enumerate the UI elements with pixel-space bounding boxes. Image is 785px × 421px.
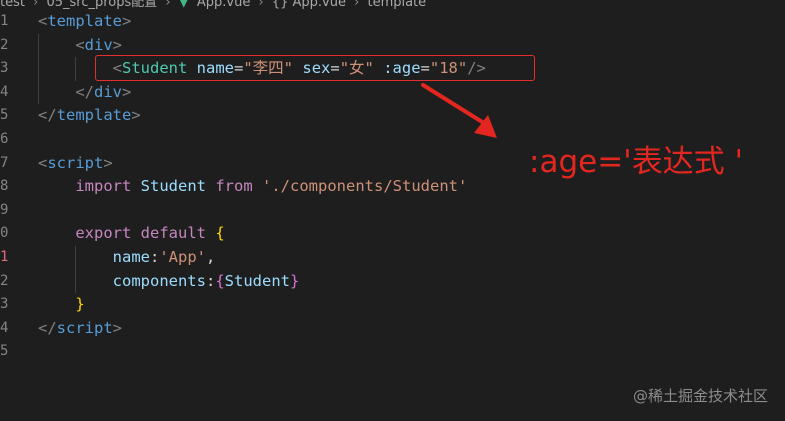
watermark: @稀土掘金技术社区 bbox=[632, 387, 768, 405]
annotation-label: :age='表达式 ' bbox=[529, 144, 744, 180]
annotation-arrow-icon bbox=[421, 83, 497, 138]
